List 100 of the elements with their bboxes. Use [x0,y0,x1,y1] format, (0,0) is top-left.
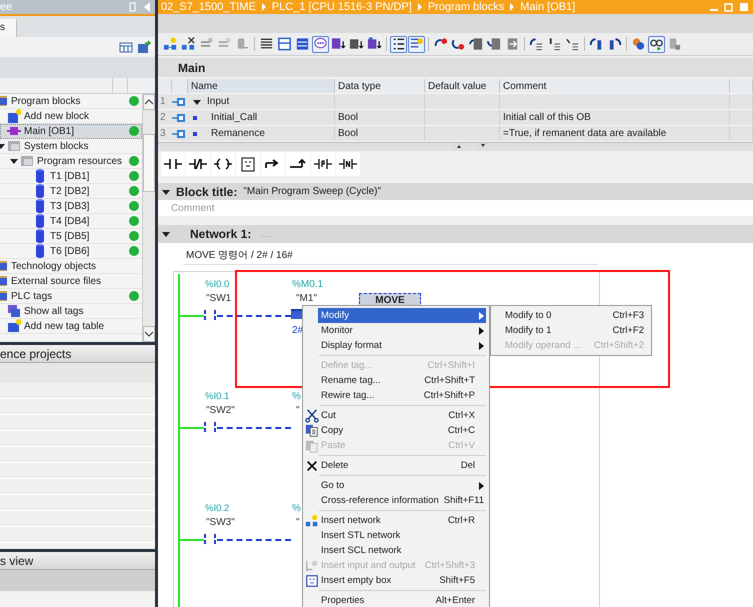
scroll-down-icon[interactable] [145,331,153,337]
tag-name: " [296,405,300,416]
toolbar-button[interactable] [180,36,197,52]
tree-item[interactable]: External source files [0,274,142,289]
chevron-icon [509,3,516,11]
expand-arrow-icon[interactable] [10,157,18,165]
tree-item[interactable]: Program blocks [0,94,142,109]
operand-address: % [292,503,301,514]
instruction-button[interactable] [336,152,360,176]
copy-icon [305,424,319,438]
cylinder-icon [667,36,682,52]
window-icon [295,36,310,52]
positive-edge-contact-icon [313,156,333,172]
toolbar-button[interactable] [528,36,545,52]
toolbar-button[interactable] [468,36,485,52]
operand-address: %M0.1 [292,279,324,290]
rung-wire [180,427,204,429]
block-title-label: Block title: [176,184,238,198]
interface-icon [172,112,186,122]
tree-label: T1 [DB1] [50,170,90,182]
tree-item[interactable]: T6 [DB6] [0,244,142,259]
menu-item[interactable]: Monitor [305,323,486,338]
tree-item[interactable]: T5 [DB5] [0,229,142,244]
menu-item[interactable]: Insert STL network [305,528,486,543]
tree-item[interactable]: Technology objects [0,259,142,274]
expand-arrow-icon[interactable] [162,188,170,196]
expand-arrow-icon[interactable] [162,230,170,238]
tree-label: Add new block [24,110,90,122]
interface-icon [172,128,186,138]
expand-arrow-icon[interactable] [193,98,201,106]
column-header[interactable]: Data type [335,79,425,93]
toolbar-button[interactable] [294,36,311,52]
row-number: 2 [159,112,167,123]
menu-item[interactable]: Go to [305,478,486,493]
scroll-up-icon[interactable] [145,99,153,105]
menu-item[interactable]: Rename tag... Ctrl+Shift+T [305,373,486,388]
menu-item[interactable]: Cross-reference information Shift+F11 [305,493,486,508]
table-cell: Input [207,96,230,107]
interface-icon [172,96,186,106]
contact-symbol[interactable] [203,533,217,547]
column-header[interactable]: Default value [425,79,500,93]
menu-item[interactable]: Properties Alt+Enter [305,593,486,607]
tag-name: " [296,517,300,528]
menu-item[interactable]: Rewire tag... Ctrl+Shift+P [305,388,486,403]
insert-io-icon [305,558,319,572]
normally-closed-contact-icon [188,156,208,172]
tree-item[interactable]: PLC tags [0,289,142,304]
menu-item[interactable]: Delete Del [305,458,486,473]
instruction-button[interactable] [286,152,310,176]
menu-item[interactable]: Cut Ctrl+X [305,408,486,423]
menu-item[interactable]: Insert empty box Shift+F5 [305,573,486,588]
database-icon [33,228,47,244]
tree-item[interactable]: System blocks [0,139,142,154]
scroll-thumb[interactable] [143,134,155,192]
table-icon[interactable] [119,40,133,54]
tree-item[interactable]: Show all tags [0,304,142,319]
tree-item[interactable]: T4 [DB4] [0,214,142,229]
tree-item[interactable]: Program resources [0,154,142,169]
table-arrow-icon[interactable] [137,40,151,54]
tree-item[interactable]: T3 [DB3] [0,199,142,214]
tree-item[interactable]: Add new tag table [0,319,142,334]
devices-tab[interactable]: s [0,19,17,37]
menu-item[interactable]: Modify to 0 Ctrl+F3 [505,308,646,323]
toolbar-button[interactable] [648,36,665,52]
selected-element[interactable] [291,309,303,319]
instruction-button[interactable] [211,152,235,176]
column-header[interactable]: Name [188,79,335,93]
menu-item[interactable]: Modify [318,308,486,323]
instruction-button[interactable] [236,152,260,176]
instruction-button[interactable] [311,152,335,176]
contact-symbol[interactable] [203,421,217,435]
menu-item[interactable]: Modify to 1 Ctrl+F2 [505,323,646,338]
tree-item[interactable]: Main [OB1] [0,124,142,139]
tag-name: "SW2" [206,405,235,416]
toolbar-button[interactable] [486,36,503,52]
instruction-button[interactable] [161,152,185,176]
menu-item[interactable]: Display format [305,338,486,353]
toolbar-button[interactable] [276,36,293,52]
tree-item[interactable]: T2 [DB2] [0,184,142,199]
column-header[interactable]: Comment [500,79,730,93]
tree-label: External source files [11,276,102,286]
contact-symbol[interactable] [203,309,217,323]
block-name: Main [178,60,206,74]
tree-item[interactable]: T1 [DB1] [0,169,142,184]
window-icon [277,36,292,52]
instruction-button[interactable] [186,152,210,176]
scrollbar[interactable] [142,94,155,342]
toolbar-button[interactable] [312,36,329,52]
panel-title: ee [0,1,14,13]
menu-item[interactable]: Copy Ctrl+C [305,423,486,438]
tree-label: Main [OB1] [24,126,74,136]
menu-item[interactable]: Insert SCL network [305,543,486,558]
menu-item[interactable]: Insert network Ctrl+R [305,513,486,528]
section-title: s view [0,554,34,568]
database-icon [33,183,47,199]
toolbar-button[interactable] [390,36,407,52]
empty-box-icon [305,574,319,588]
operand-address: %I0.1 [205,391,230,402]
parameter-icon [193,132,197,136]
instruction-button[interactable] [261,152,285,176]
